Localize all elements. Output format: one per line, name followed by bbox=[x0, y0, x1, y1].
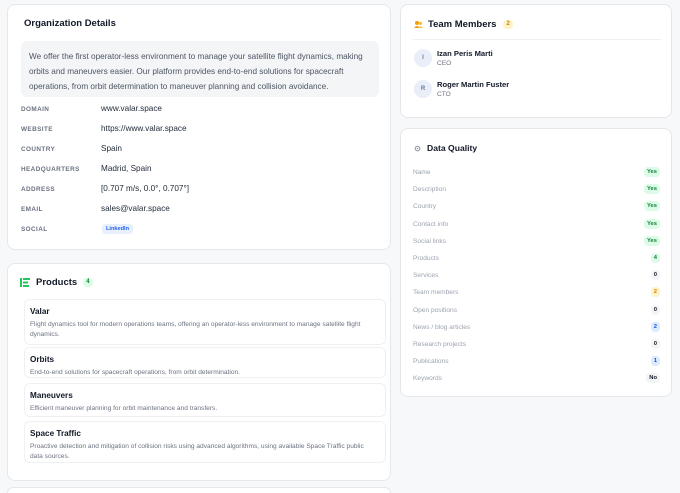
team-member[interactable]: R Roger Martin Fuster CTO bbox=[414, 80, 654, 102]
organization-description: We offer the first operator-less environ… bbox=[21, 41, 379, 97]
detail-key: COUNTRY bbox=[21, 146, 56, 153]
team-title: Team Members bbox=[428, 18, 497, 30]
data-quality-row: Name Yes bbox=[413, 167, 660, 179]
email-link[interactable]: sales@valar.space bbox=[101, 204, 170, 213]
website-link[interactable]: https://www.valar.space bbox=[101, 124, 187, 133]
data-quality-header: Data Quality bbox=[414, 142, 477, 154]
product-item-orbits[interactable]: Orbits End-to-end solutions for spacecra… bbox=[24, 347, 386, 378]
product-description: Proactive detection and mitigation of co… bbox=[30, 443, 364, 460]
data-quality-label: Open positions bbox=[413, 306, 457, 314]
products-title: Products bbox=[36, 276, 78, 288]
data-quality-badge: 0 bbox=[650, 270, 660, 281]
data-quality-label: Description bbox=[413, 186, 446, 194]
divider bbox=[413, 39, 661, 40]
organization-details-card: Organization Details We offer the first … bbox=[7, 4, 391, 250]
product-item-valar[interactable]: Valar Flight dynamics tool for modern op… bbox=[24, 299, 386, 345]
domain-link[interactable]: www.valar.space bbox=[101, 104, 162, 113]
detail-key: WEBSITE bbox=[21, 126, 53, 133]
list-icon bbox=[20, 277, 30, 287]
products-count-badge: 4 bbox=[83, 277, 93, 287]
data-quality-row: News / blog articles 2 bbox=[413, 321, 660, 334]
data-quality-badge: Yes bbox=[644, 167, 660, 177]
data-quality-row: Team members 2 bbox=[413, 287, 660, 299]
data-quality-badge: 2 bbox=[650, 321, 660, 332]
data-quality-badge: Yes bbox=[644, 235, 660, 246]
data-quality-label: Team members bbox=[413, 289, 459, 297]
team-member[interactable]: I Izan Peris Marti CEO bbox=[414, 49, 654, 71]
next-card-edge bbox=[7, 487, 391, 493]
product-name: Valar bbox=[30, 307, 50, 316]
data-quality-badge: No bbox=[646, 373, 660, 384]
product-name: Space Traffic bbox=[30, 429, 81, 438]
data-quality-badge: 0 bbox=[650, 304, 660, 315]
data-quality-card: Data Quality Name Yes Description Yes Countr… bbox=[400, 128, 672, 397]
data-quality-badge: 1 bbox=[650, 356, 660, 367]
data-quality-row: Research projects 0 bbox=[413, 339, 660, 351]
data-quality-label: Research projects bbox=[413, 341, 467, 348]
avatar: I bbox=[414, 49, 432, 67]
data-quality-label: Country bbox=[413, 203, 437, 211]
data-quality-label: Publications bbox=[413, 358, 449, 366]
detail-key: EMAIL bbox=[21, 206, 43, 213]
data-quality-title: Data Quality bbox=[427, 143, 478, 153]
member-role: CEO bbox=[437, 60, 452, 67]
data-quality-row: Services 0 bbox=[413, 270, 660, 282]
data-quality-label: Products bbox=[413, 255, 440, 262]
data-quality-badge: 0 bbox=[650, 339, 660, 349]
detail-value: [0.707 m/s, 0.0°, 0.707°] bbox=[101, 184, 190, 193]
product-name: Maneuvers bbox=[30, 391, 73, 400]
data-quality-label: News / blog articles bbox=[413, 323, 471, 331]
product-description: Efficient maneuver planning for orbit ma… bbox=[30, 405, 218, 412]
detail-key: ADDRESS bbox=[21, 186, 56, 193]
product-description: End-to-end solutions for spacecraft oper… bbox=[30, 369, 241, 376]
people-icon bbox=[414, 20, 423, 28]
team-header: Team Members 2 bbox=[414, 18, 513, 30]
member-name: Izan Peris Marti bbox=[437, 49, 493, 58]
product-name: Orbits bbox=[30, 355, 55, 364]
data-quality-label: Contact info bbox=[413, 220, 449, 228]
detail-key: SOCIAL bbox=[21, 226, 48, 233]
data-quality-row: Products 4 bbox=[413, 253, 660, 265]
linkedin-tag[interactable]: LinkedIn bbox=[102, 224, 133, 234]
data-quality-row: Publications 1 bbox=[413, 356, 660, 368]
product-description: Flight dynamics tool for modern operatio… bbox=[30, 321, 361, 338]
data-quality-row: Contact info Yes bbox=[413, 218, 660, 231]
detail-value: Madrid, Spain bbox=[101, 164, 152, 173]
data-quality-row: Social links Yes bbox=[413, 235, 660, 248]
organization-title: Organization Details bbox=[24, 18, 116, 29]
product-item-space-traffic[interactable]: Space Traffic Proactive detection and mi… bbox=[24, 421, 386, 463]
data-quality-row: Open positions 0 bbox=[413, 304, 660, 317]
products-header: Products 4 bbox=[20, 275, 93, 289]
data-quality-label: Name bbox=[413, 169, 431, 176]
data-quality-row: Country Yes bbox=[413, 201, 660, 213]
avatar: R bbox=[414, 80, 432, 98]
data-quality-row: Keywords No bbox=[413, 373, 660, 385]
detail-key: DOMAIN bbox=[21, 106, 50, 113]
gear-icon bbox=[414, 145, 421, 151]
product-item-maneuvers[interactable]: Maneuvers Efficient maneuver planning fo… bbox=[24, 383, 386, 417]
team-count-badge: 2 bbox=[503, 19, 513, 29]
detail-value: Spain bbox=[101, 144, 122, 153]
data-quality-row: Description Yes bbox=[413, 184, 660, 196]
products-card: Products 4 Valar Flight dynamics tool fo… bbox=[7, 263, 391, 481]
data-quality-badge: Yes bbox=[644, 201, 660, 212]
data-quality-badge: 4 bbox=[650, 253, 660, 263]
data-quality-label: Social links bbox=[413, 237, 446, 245]
member-role: CTO bbox=[437, 91, 451, 98]
detail-key: HEADQUARTERS bbox=[21, 166, 80, 173]
member-name: Roger Martin Fuster bbox=[437, 80, 510, 89]
team-members-card: Team Members 2 I Izan Peris Marti CEO R … bbox=[400, 4, 672, 118]
data-quality-badge: Yes bbox=[644, 184, 660, 195]
data-quality-badge: 2 bbox=[650, 287, 660, 298]
data-quality-badge: Yes bbox=[644, 218, 660, 229]
data-quality-label: Services bbox=[413, 272, 439, 280]
data-quality-label: Keywords bbox=[413, 375, 442, 383]
